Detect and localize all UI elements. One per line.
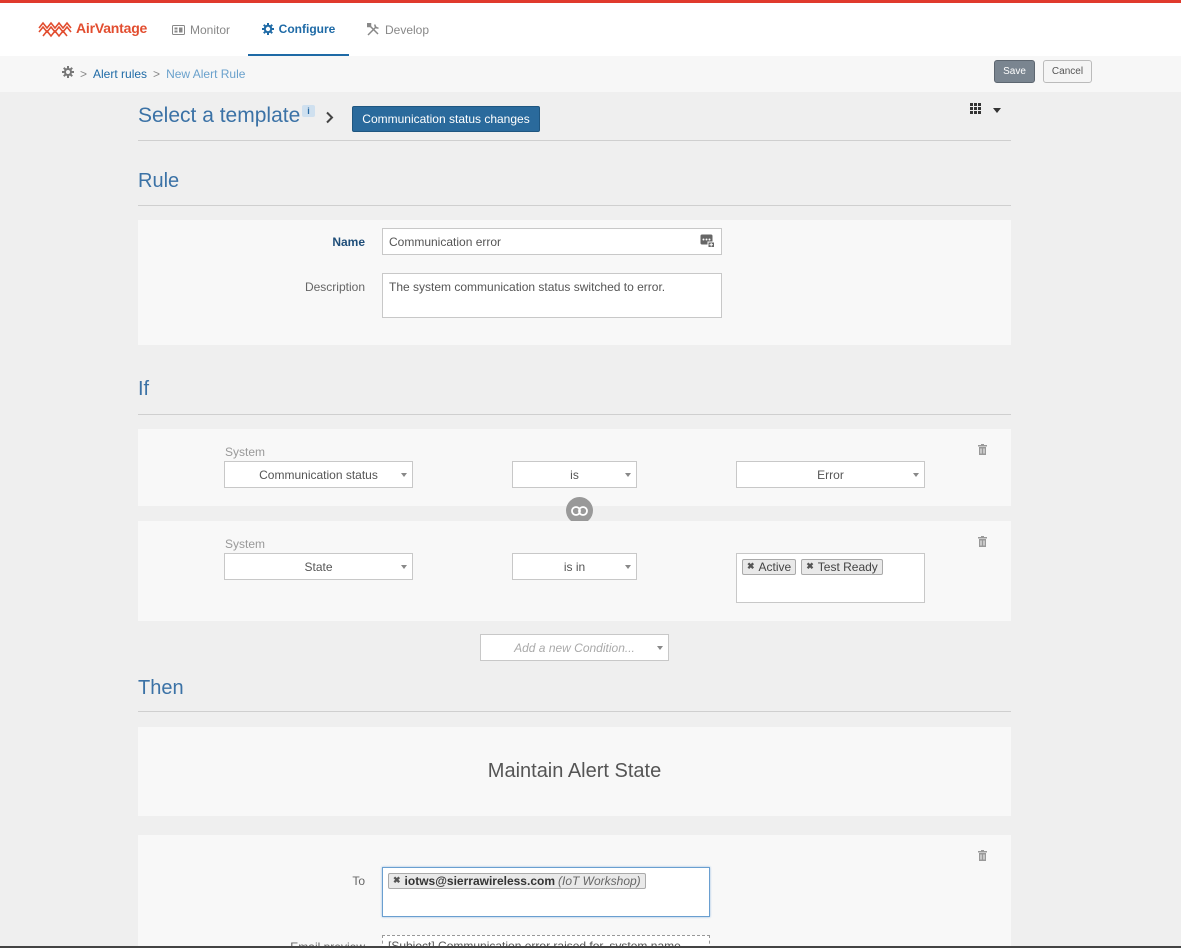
tag-label: Active	[758, 559, 792, 574]
condition-1-operator-value: is	[570, 467, 579, 482]
condition-2-values-multiselect[interactable]: ✖ Active ✖ Test Ready	[736, 553, 925, 603]
description-label: Description	[304, 280, 365, 294]
nav-develop[interactable]: Develop	[367, 3, 429, 56]
to-label: To	[352, 874, 365, 888]
dashboard-icon	[172, 24, 185, 35]
caret-down-icon	[993, 107, 1001, 113]
recipient-org: (IoT Workshop)	[558, 873, 641, 888]
name-input[interactable]: Communication error	[382, 228, 722, 255]
recipient-email: iotws@sierrawireless.com	[404, 873, 555, 888]
condition-1-field-select[interactable]: Communication status	[224, 461, 413, 488]
caret-down-icon	[625, 473, 631, 477]
info-icon[interactable]: i	[302, 105, 315, 117]
breadcrumb: > Alert rules > New Alert Rule	[62, 66, 245, 81]
maintain-alert-state-card[interactable]: Maintain Alert State	[138, 727, 1011, 816]
condition-2-field-select[interactable]: State	[224, 553, 413, 580]
recipients-input[interactable]: ✖ iotws@sierrawireless.com (IoT Workshop…	[382, 867, 710, 917]
condition-1-category: System	[225, 445, 266, 459]
template-title: Select a template	[138, 104, 301, 127]
divider	[138, 140, 1011, 141]
app-name: AirVantage	[76, 20, 148, 36]
remove-tag-icon[interactable]: ✖	[393, 875, 401, 886]
template-select-button[interactable]: Communication status changes	[352, 106, 540, 132]
delete-condition-2-trash-icon[interactable]	[978, 536, 987, 550]
condition-2-operator-value: is in	[563, 559, 586, 574]
grid-icon	[970, 103, 981, 117]
caret-down-icon	[657, 646, 663, 650]
gear-icon	[261, 22, 274, 35]
add-condition-select[interactable]: Add a new Condition...	[480, 634, 669, 661]
section-title-then: Then	[138, 677, 184, 699]
chevron-right-icon	[325, 111, 334, 127]
variables-icon[interactable]	[700, 234, 715, 251]
condition-2-field-value: State	[304, 559, 333, 574]
remove-tag-icon[interactable]: ✖	[747, 561, 755, 572]
breadcrumb-separator: >	[153, 66, 161, 81]
breadcrumb-separator: >	[80, 66, 88, 81]
app-logo[interactable]: AirVantage	[38, 17, 147, 39]
cancel-button[interactable]: Cancel	[1043, 60, 1092, 83]
description-textarea[interactable]: The system communication status switched…	[382, 273, 722, 318]
tag-test-ready: ✖ Test Ready	[801, 558, 883, 575]
tools-icon	[367, 23, 380, 36]
section-title-if: If	[138, 378, 150, 400]
divider	[138, 711, 1011, 712]
caret-down-icon	[625, 565, 631, 569]
caret-down-icon	[401, 473, 407, 477]
name-label: Name	[332, 235, 365, 249]
divider	[138, 414, 1011, 415]
caret-down-icon	[913, 473, 919, 477]
settings-gear-icon[interactable]	[62, 66, 74, 81]
condition-2-operator-select[interactable]: is in	[512, 553, 637, 580]
delete-action-trash-icon[interactable]	[978, 850, 987, 864]
condition-1-field-value: Communication status	[259, 467, 378, 482]
nav-monitor-label: Monitor	[190, 22, 231, 37]
save-button[interactable]: Save	[994, 60, 1035, 83]
view-menu-button[interactable]	[970, 103, 1001, 117]
condition-1-operator-select[interactable]: is	[512, 461, 637, 488]
add-condition-placeholder: Add a new Condition...	[514, 640, 635, 655]
link-conditions-icon[interactable]	[566, 497, 593, 524]
section-title-rule: Rule	[138, 170, 180, 192]
name-input-value: Communication error	[389, 235, 502, 249]
condition-1-value: Error	[817, 467, 844, 482]
nav-monitor[interactable]: Monitor	[172, 3, 230, 56]
nav-develop-label: Develop	[385, 22, 430, 37]
nav-configure[interactable]: Configure	[248, 3, 349, 56]
condition-2-category: System	[225, 537, 266, 551]
delete-condition-1-trash-icon[interactable]	[978, 444, 987, 458]
maintain-alert-state-label: Maintain Alert State	[487, 760, 662, 782]
breadcrumb-current: New Alert Rule	[166, 66, 246, 81]
airvantage-logo-icon	[38, 21, 72, 38]
divider	[138, 205, 1011, 206]
condition-1-value-select[interactable]: Error	[736, 461, 925, 488]
recipient-tag: ✖ iotws@sierrawireless.com (IoT Workshop…	[388, 872, 646, 889]
tag-active: ✖ Active	[742, 558, 797, 575]
remove-tag-icon[interactable]: ✖	[806, 561, 814, 572]
caret-down-icon	[401, 565, 407, 569]
tag-label: Test Ready	[817, 559, 878, 574]
breadcrumb-alert-rules[interactable]: Alert rules	[93, 67, 147, 81]
nav-configure-label: Configure	[278, 21, 336, 36]
top-navbar: AirVantage Monitor Configure Develop	[0, 3, 1181, 56]
